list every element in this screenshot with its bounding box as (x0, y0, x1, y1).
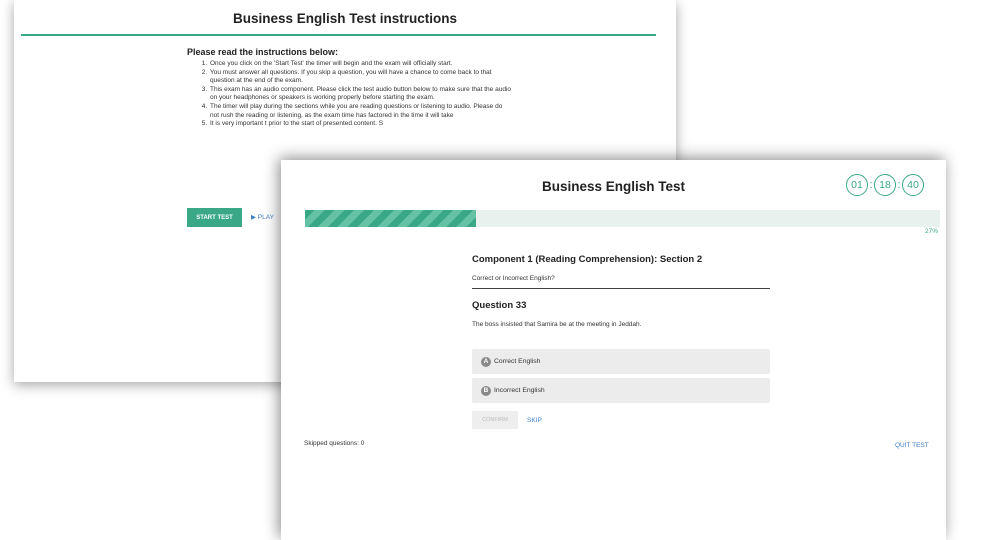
progress-bar (305, 210, 940, 227)
instruction-item: It is very important t prior to the star… (209, 120, 511, 129)
option-label: Correct English (494, 358, 541, 365)
question-title: Question 33 (472, 300, 527, 311)
option-letter-badge: A (481, 356, 491, 367)
section-divider (472, 288, 770, 289)
answer-option-incorrect[interactable]: B Incorrect English (472, 378, 770, 403)
timer-seconds: 40 (902, 174, 924, 196)
timer-hours: 01 (846, 174, 868, 196)
option-label: Incorrect English (494, 387, 545, 394)
countdown-timer: 01 : 18 : 40 (846, 174, 924, 196)
instruction-item: This exam has an audio component. Please… (209, 86, 511, 103)
skipped-questions-count: Skipped questions: 0 (304, 440, 365, 447)
instructions-title: Business English Test instructions (232, 11, 458, 26)
progress-fill (305, 210, 477, 227)
instruction-item: The timer will play during the sections … (209, 103, 511, 120)
confirm-button[interactable]: CONFIRM (472, 411, 518, 429)
instructions-list: Once you click on the 'Start Test' the t… (187, 60, 511, 129)
section-prompt: Correct or Incorrect English? (472, 275, 555, 282)
instruction-item: Once you click on the 'Start Test' the t… (209, 60, 511, 69)
quit-test-link[interactable]: QUIT TEST (895, 442, 929, 449)
component-heading: Component 1 (Reading Comprehension): Sec… (472, 254, 703, 265)
start-test-button[interactable]: START TEST (187, 208, 242, 227)
title-divider (21, 34, 656, 36)
instructions-subheading: Please read the instructions below: (187, 47, 339, 57)
answer-option-correct[interactable]: A Correct English (472, 349, 770, 374)
timer-minutes: 18 (874, 174, 896, 196)
test-window: Business English Test 01 : 18 : 40 27% C… (281, 160, 946, 540)
question-text: The boss insisted that Samira be at the … (472, 321, 642, 328)
skip-link[interactable]: SKIP (527, 417, 542, 424)
progress-percent: 27% (924, 228, 938, 235)
play-audio-link[interactable]: ▶ PLAY (251, 213, 274, 221)
instruction-item: You must answer all questions. If you sk… (209, 69, 511, 86)
option-letter-badge: B (481, 385, 491, 396)
